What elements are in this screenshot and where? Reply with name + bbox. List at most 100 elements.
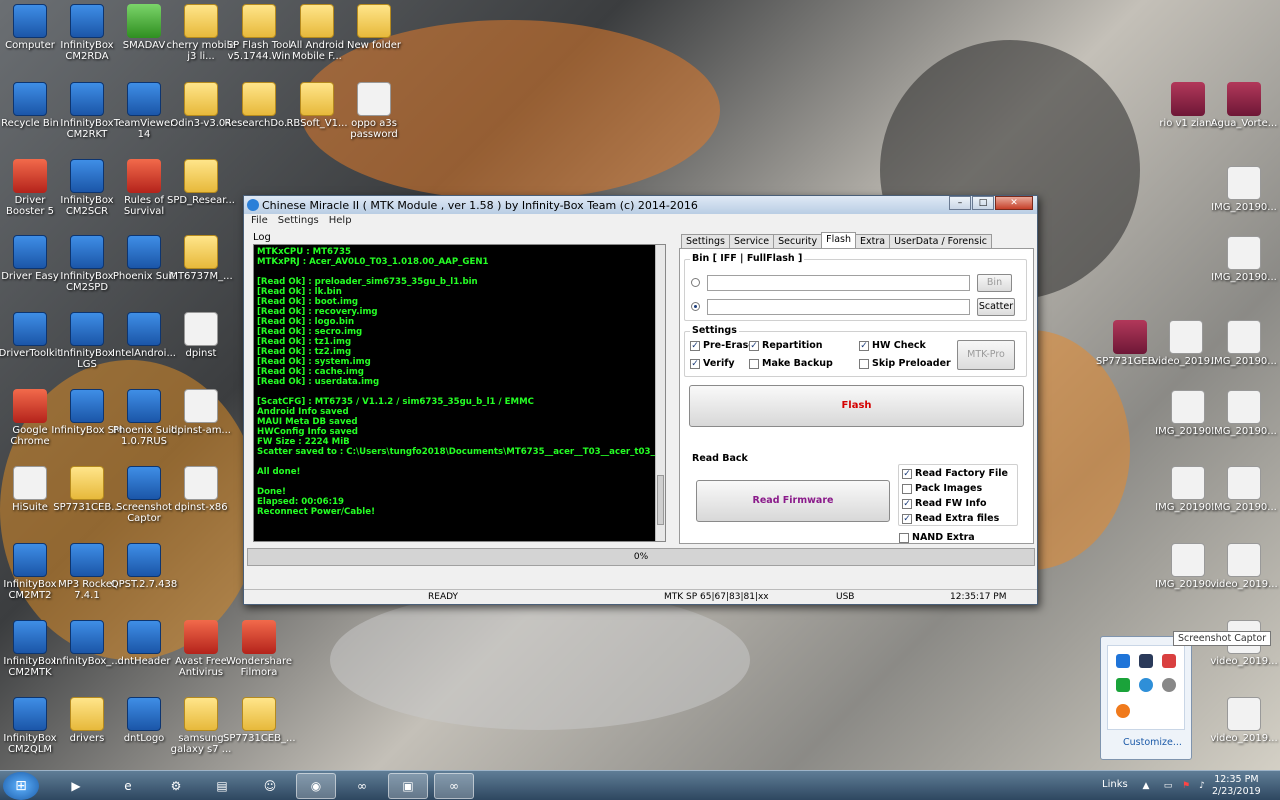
checkbox-mark: ✓ xyxy=(902,498,912,509)
desktop-icon-image xyxy=(127,82,161,116)
action-center-flag-icon[interactable]: ⚑ xyxy=(1178,773,1194,799)
menu-file[interactable]: File xyxy=(251,214,268,228)
skip-preloader-checkbox[interactable]: Skip Preloader xyxy=(859,358,951,369)
teamviewer-tray-icon[interactable] xyxy=(1116,654,1130,668)
network-tray-icon[interactable] xyxy=(1139,678,1153,692)
scrollbar-thumb[interactable] xyxy=(657,475,664,525)
verify-checkbox[interactable]: ✓ Verify xyxy=(690,358,735,369)
pack-images-checkbox[interactable]: Pack Images xyxy=(902,483,982,494)
desktop-icon[interactable]: SPD_Resear... xyxy=(165,159,237,206)
read-fw-info-checkbox[interactable]: ✓ Read FW Info xyxy=(902,498,987,509)
desktop-icon[interactable]: IMG_20190... xyxy=(1208,320,1280,367)
bin-button[interactable]: Bin xyxy=(977,274,1012,292)
desktop-icon[interactable]: Agua_Vorte... xyxy=(1208,82,1280,129)
title-bar[interactable]: Chinese Miracle II ( MTK Module , ver 1.… xyxy=(244,196,1037,214)
pre-erase-label: Pre-Erase xyxy=(703,340,755,351)
make-backup-checkbox[interactable]: Make Backup xyxy=(749,358,833,369)
read-factory-file-checkbox[interactable]: ✓ Read Factory File xyxy=(902,468,1008,479)
close-button[interactable]: ✕ xyxy=(995,196,1033,210)
nand-extra-checkbox[interactable]: NAND Extra xyxy=(899,532,975,543)
desktop-icon[interactable]: dpinst-x86 xyxy=(165,466,237,513)
links-toolbar[interactable]: Links xyxy=(1102,779,1128,790)
desktop-icon-image xyxy=(1171,466,1205,500)
tab-settings[interactable]: Settings xyxy=(681,234,730,248)
tab-security[interactable]: Security xyxy=(773,234,823,248)
desktop-icon-label: video_2019... xyxy=(1210,579,1278,590)
repartition-label: Repartition xyxy=(762,340,823,351)
explorer-taskbar-icon[interactable]: ▤ xyxy=(202,773,242,799)
desktop-icon-image xyxy=(13,159,47,193)
desktop-icon[interactable]: IMG_20190... xyxy=(1152,466,1224,513)
infinitybox-qlm-taskbar-icon[interactable]: ∞ xyxy=(342,773,382,799)
start-button[interactable]: ⊞ xyxy=(3,772,39,800)
infinitybox-mtk-taskbar-icon[interactable]: ∞ xyxy=(434,773,474,799)
desktop-icon[interactable]: video_2019... xyxy=(1208,543,1280,590)
scatter-radio[interactable] xyxy=(691,302,700,311)
clock[interactable]: 12:35 PM 2/23/2019 xyxy=(1212,774,1261,798)
read-extra-files-checkbox[interactable]: ✓ Read Extra files xyxy=(902,513,999,524)
desktop-icon-image xyxy=(242,620,276,654)
wallpaper-shape xyxy=(330,590,750,730)
tray-expand-icon[interactable]: ▲ xyxy=(1138,773,1154,799)
read-firmware-button[interactable]: Read Firmware xyxy=(696,480,890,522)
flash-button[interactable]: Flash xyxy=(689,385,1024,427)
tab-userdata-forensic[interactable]: UserData / Forensic xyxy=(889,234,992,248)
media-player-taskbar-icon[interactable]: ▶ xyxy=(56,773,96,799)
customize-link[interactable]: Customize... xyxy=(1123,737,1182,748)
chinese-miracle-window: Chinese Miracle II ( MTK Module , ver 1.… xyxy=(243,195,1038,605)
bin-path-field[interactable] xyxy=(707,275,970,291)
menu-help[interactable]: Help xyxy=(329,214,352,228)
tab-extra[interactable]: Extra xyxy=(855,234,891,248)
bin-group: Bin [ IFF | FullFlash ] Bin Scatter xyxy=(684,253,1027,321)
repartition-checkbox[interactable]: ✓ Repartition xyxy=(749,340,823,351)
display-tray-icon[interactable]: ▭ xyxy=(1160,773,1176,799)
disc-tray-icon[interactable] xyxy=(1162,678,1176,692)
desktop-icon-image xyxy=(1227,82,1261,116)
maximize-button[interactable]: □ xyxy=(972,196,994,210)
status-time: 12:35:17 PM xyxy=(950,592,1007,602)
desktop-icon[interactable]: New folder xyxy=(338,4,410,51)
desktop-icon-image xyxy=(242,82,276,116)
desktop-icon[interactable]: QPST.2.7.438 xyxy=(108,543,180,590)
bin-radio[interactable] xyxy=(691,278,700,287)
hw-check-checkbox[interactable]: ✓ HW Check xyxy=(859,340,926,351)
pre-erase-checkbox[interactable]: ✓ Pre-Erase xyxy=(690,340,755,351)
desktop-icon[interactable]: dpinst xyxy=(165,312,237,359)
desktop-icon-label: QPST.2.7.438 xyxy=(110,579,178,590)
screenshot-captor-tray-icon[interactable] xyxy=(1162,654,1176,668)
scatter-path-field[interactable] xyxy=(707,299,970,315)
internet-explorer-taskbar-icon[interactable]: e xyxy=(108,773,148,799)
chrome-taskbar-icon[interactable]: ◉ xyxy=(296,773,336,799)
desktop-icon-image xyxy=(127,235,161,269)
volume-icon[interactable]: ♪ xyxy=(1194,773,1210,799)
desktop-icon[interactable]: video_2019... xyxy=(1208,697,1280,744)
checkbox-mark: ✓ xyxy=(690,340,700,351)
desktop-icon[interactable]: MT6737M_... xyxy=(165,235,237,282)
minimize-button[interactable]: – xyxy=(949,196,971,210)
desktop-icon[interactable]: oppo a3s password xyxy=(338,82,410,140)
tab-flash[interactable]: Flash xyxy=(821,232,857,248)
tab-service[interactable]: Service xyxy=(728,234,775,248)
desktop-icon[interactable]: IMG_20190... xyxy=(1208,166,1280,213)
smadav-tray-icon[interactable] xyxy=(1116,678,1130,692)
log-scrollbar[interactable] xyxy=(655,245,665,541)
mtk-pro-button[interactable]: MTK-Pro xyxy=(957,340,1015,370)
desktop-icon[interactable]: IMG_20190... xyxy=(1208,236,1280,283)
driver-booster-taskbar-icon[interactable]: ⚙ xyxy=(156,773,196,799)
desktop-icon[interactable]: SP7731CEB_... xyxy=(223,697,296,744)
monitor-tray-icon[interactable] xyxy=(1139,654,1153,668)
log-output[interactable]: MTKxCPU : MT6735 MTKxPRJ : Acer_AV0L0_T03… xyxy=(253,244,666,542)
avast-tray-icon[interactable] xyxy=(1116,704,1130,718)
taskbar: ⊞ ▶ e ⚙ ▤ ☺ ◉ ∞ ▣ ∞ Links ▲ ▭ ⚑ ♪ 12:35 … xyxy=(0,770,1280,800)
desktop-icon[interactable]: IMG_20190... xyxy=(1152,390,1224,437)
rules-of-survival-taskbar-icon[interactable]: ☺ xyxy=(250,773,290,799)
desktop-icon[interactable]: dpinst-am... xyxy=(165,389,237,436)
task-manager-taskbar-icon[interactable]: ▣ xyxy=(388,773,428,799)
desktop-icon[interactable]: Wondershare Filmora xyxy=(223,620,295,678)
desktop-icon-label: IMG_20190... xyxy=(1211,272,1277,283)
menu-settings[interactable]: Settings xyxy=(278,214,319,228)
scatter-button[interactable]: Scatter xyxy=(977,298,1015,316)
desktop-icon-image xyxy=(300,82,334,116)
